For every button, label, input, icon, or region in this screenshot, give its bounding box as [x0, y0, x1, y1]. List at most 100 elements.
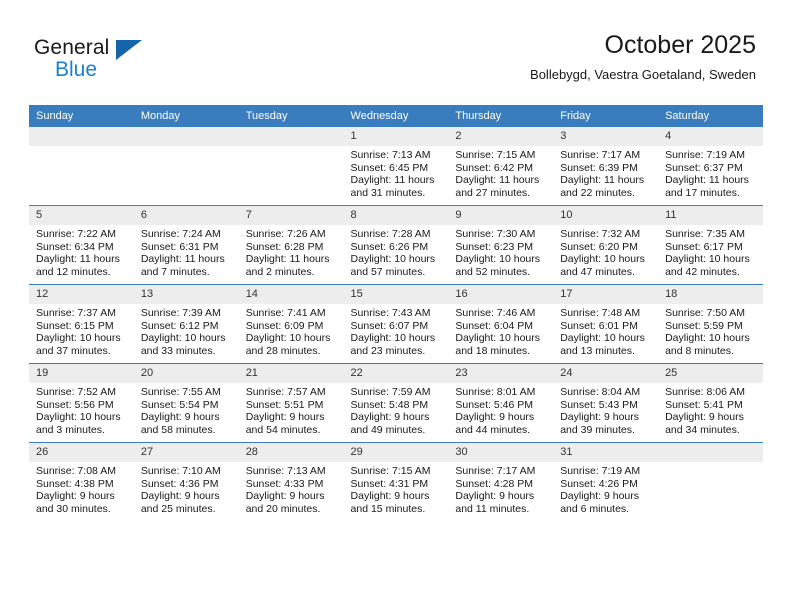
calendar-header-row: Sunday Monday Tuesday Wednesday Thursday Frid…: [29, 105, 763, 127]
calendar-week-row: 26 Sunrise: 7:08 AM Sunset: 4:38 PM Dayligh…: [29, 442, 763, 521]
day-number: 6: [133, 206, 239, 225]
sunset-text: Sunset: 6:15 PM: [36, 319, 114, 332]
calendar-day-cell[interactable]: 23 Sunrise: 8:01 AM Sunset: 5:46 PM Dayligh…: [448, 363, 554, 443]
sunrise-text: Sunrise: 7:22 AM: [36, 228, 116, 240]
sunrise-text: Sunrise: 8:01 AM: [455, 386, 536, 398]
sunset-text: Sunset: 4:31 PM: [350, 477, 429, 490]
calendar-day-cell[interactable]: 16 Sunrise: 7:46 AM Sunset: 6:04 PM Dayligh…: [448, 284, 554, 364]
sunset-text: Sunset: 5:56 PM: [36, 398, 114, 411]
sunset-text: Sunset: 5:46 PM: [455, 398, 534, 411]
calendar-day-cell[interactable]: 18 Sunrise: 7:50 AM Sunset: 5:59 PM Dayligh…: [658, 284, 763, 364]
calendar-day-cell[interactable]: 21 Sunrise: 7:57 AM Sunset: 5:51 PM Dayligh…: [238, 363, 344, 443]
calendar-day-cell[interactable]: 22 Sunrise: 7:59 AM Sunset: 5:48 PM Dayligh…: [343, 363, 449, 443]
sunset-text: Sunset: 4:38 PM: [36, 477, 114, 490]
sunrise-text: Sunrise: 7:10 AM: [140, 465, 221, 477]
day-number: 16: [448, 285, 554, 304]
sunset-text: Sunset: 6:45 PM: [350, 161, 429, 174]
day-details: Sunrise: 7:48 AM Sunset: 6:01 PM Daylight:…: [553, 304, 658, 357]
sunrise-text: Sunrise: 7:57 AM: [245, 386, 326, 398]
calendar-day-cell[interactable]: 25 Sunrise: 8:06 AM Sunset: 5:41 PM Dayligh…: [658, 363, 763, 443]
calendar-day-cell[interactable]: 5 Sunrise: 7:22 AM Sunset: 6:34 PM Daylight…: [29, 205, 134, 285]
sunset-text: Sunset: 6:28 PM: [245, 240, 324, 253]
calendar-day-cell[interactable]: 30 Sunrise: 7:17 AM Sunset: 4:28 PM Dayligh…: [448, 442, 554, 521]
calendar-day-cell[interactable]: 27 Sunrise: 7:10 AM Sunset: 4:36 PM Dayligh…: [133, 442, 239, 521]
sunrise-text: Sunrise: 7:15 AM: [350, 465, 431, 477]
calendar-day-cell[interactable]: 2 Sunrise: 7:15 AM Sunset: 6:42 PM Daylight…: [448, 127, 554, 206]
day-number: 26: [29, 443, 134, 462]
sunrise-text: Sunrise: 7:08 AM: [36, 465, 116, 477]
title-block: October 2025 Bollebygd, Vaestra Goetalan…: [530, 30, 756, 84]
calendar-day-cell[interactable]: 15 Sunrise: 7:43 AM Sunset: 6:07 PM Dayligh…: [343, 284, 449, 364]
day-number: 14: [238, 285, 344, 304]
day-details: Sunrise: 7:15 AM Sunset: 6:42 PM Daylight:…: [448, 146, 553, 199]
day-number: 9: [448, 206, 554, 225]
sunset-text: Sunset: 6:12 PM: [140, 319, 219, 332]
day-number: 22: [343, 364, 449, 383]
day-details: Sunrise: 7:59 AM Sunset: 5:48 PM Daylight:…: [344, 383, 449, 436]
day-details: Sunrise: 7:17 AM Sunset: 6:39 PM Daylight:…: [553, 146, 658, 199]
day-number: 15: [343, 285, 449, 304]
sunset-text: Sunset: 6:42 PM: [455, 161, 534, 174]
day-number: 4: [658, 127, 763, 146]
calendar-day-cell[interactable]: 14 Sunrise: 7:41 AM Sunset: 6:09 PM Dayligh…: [238, 284, 344, 364]
day-number: 20: [133, 364, 239, 383]
sunrise-text: Sunrise: 7:13 AM: [245, 465, 326, 477]
daylight-text: Daylight: 10 hours and 47 minutes.: [560, 253, 645, 278]
calendar-day-cell[interactable]: 7 Sunrise: 7:26 AM Sunset: 6:28 PM Daylight…: [238, 205, 344, 285]
daylight-text: Daylight: 9 hours and 20 minutes.: [245, 490, 325, 515]
sunrise-text: Sunrise: 7:32 AM: [560, 228, 641, 240]
calendar-day-cell[interactable]: 1 Sunrise: 7:13 AM Sunset: 6:45 PM Daylight…: [343, 127, 449, 206]
calendar-day-cell[interactable]: 3 Sunrise: 7:17 AM Sunset: 6:39 PM Daylight…: [553, 127, 659, 206]
calendar-day-cell[interactable]: 10 Sunrise: 7:32 AM Sunset: 6:20 PM Dayligh…: [553, 205, 659, 285]
daylight-text: Daylight: 9 hours and 58 minutes.: [140, 411, 220, 436]
sunset-text: Sunset: 6:17 PM: [665, 240, 743, 253]
daylight-text: Daylight: 9 hours and 6 minutes.: [560, 490, 640, 515]
sunrise-text: Sunrise: 7:19 AM: [560, 465, 641, 477]
calendar-day-cell[interactable]: 17 Sunrise: 7:48 AM Sunset: 6:01 PM Dayligh…: [553, 284, 659, 364]
day-number: 29: [343, 443, 449, 462]
page-header: General Blue October 2025 Bollebygd, Vae…: [0, 0, 792, 100]
day-number: 13: [133, 285, 239, 304]
daylight-text: Daylight: 11 hours and 27 minutes.: [455, 174, 540, 199]
daylight-text: Daylight: 9 hours and 44 minutes.: [455, 411, 535, 436]
sunrise-text: Sunrise: 7:41 AM: [245, 307, 326, 319]
day-details: Sunrise: 7:55 AM Sunset: 5:54 PM Daylight:…: [134, 383, 239, 436]
day-number: 12: [29, 285, 134, 304]
calendar-day-cell[interactable]: 28 Sunrise: 7:13 AM Sunset: 4:33 PM Dayligh…: [238, 442, 344, 521]
day-details: Sunrise: 7:13 AM Sunset: 4:33 PM Daylight:…: [239, 462, 344, 515]
weekday-header-saturday: Saturday: [658, 105, 763, 127]
calendar-day-cell[interactable]: 11 Sunrise: 7:35 AM Sunset: 6:17 PM Dayligh…: [658, 205, 763, 285]
day-number: 7: [238, 206, 344, 225]
day-details: Sunrise: 8:04 AM Sunset: 5:43 PM Daylight:…: [553, 383, 658, 436]
calendar-day-cell[interactable]: 26 Sunrise: 7:08 AM Sunset: 4:38 PM Dayligh…: [29, 442, 134, 521]
day-details: Sunrise: 7:46 AM Sunset: 6:04 PM Daylight:…: [448, 304, 553, 357]
calendar-day-cell[interactable]: 24 Sunrise: 8:04 AM Sunset: 5:43 PM Dayligh…: [553, 363, 659, 443]
calendar-day-cell[interactable]: 12 Sunrise: 7:37 AM Sunset: 6:15 PM Dayligh…: [29, 284, 134, 364]
calendar-day-cell[interactable]: 13 Sunrise: 7:39 AM Sunset: 6:12 PM Dayligh…: [133, 284, 239, 364]
calendar-day-cell[interactable]: 31 Sunrise: 7:19 AM Sunset: 4:26 PM Dayligh…: [553, 442, 659, 521]
sunrise-text: Sunrise: 7:24 AM: [140, 228, 221, 240]
calendar-day-cell[interactable]: 6 Sunrise: 7:24 AM Sunset: 6:31 PM Daylight…: [133, 205, 239, 285]
daylight-text: Daylight: 9 hours and 15 minutes.: [350, 490, 430, 515]
day-number: [658, 443, 763, 462]
day-number: [238, 127, 344, 146]
day-details: Sunrise: 7:17 AM Sunset: 4:28 PM Daylight:…: [448, 462, 553, 515]
sunrise-text: Sunrise: 7:37 AM: [36, 307, 116, 319]
calendar-day-cell[interactable]: 8 Sunrise: 7:28 AM Sunset: 6:26 PM Daylight…: [343, 205, 449, 285]
calendar-day-cell[interactable]: 19 Sunrise: 7:52 AM Sunset: 5:56 PM Dayligh…: [29, 363, 134, 443]
day-details: Sunrise: 7:30 AM Sunset: 6:23 PM Daylight:…: [448, 225, 553, 278]
calendar-day-cell[interactable]: 29 Sunrise: 7:15 AM Sunset: 4:31 PM Dayligh…: [343, 442, 449, 521]
calendar-day-cell[interactable]: 20 Sunrise: 7:55 AM Sunset: 5:54 PM Dayligh…: [133, 363, 239, 443]
calendar-week-row: 12 Sunrise: 7:37 AM Sunset: 6:15 PM Dayligh…: [29, 284, 763, 364]
sunset-text: Sunset: 4:36 PM: [140, 477, 219, 490]
calendar-day-cell[interactable]: 4 Sunrise: 7:19 AM Sunset: 6:37 PM Daylight…: [658, 127, 763, 206]
day-details: Sunrise: 7:57 AM Sunset: 5:51 PM Daylight:…: [239, 383, 344, 436]
sunrise-text: Sunrise: 7:17 AM: [560, 149, 641, 161]
sunset-text: Sunset: 6:20 PM: [560, 240, 638, 253]
day-details: Sunrise: 7:43 AM Sunset: 6:07 PM Daylight:…: [344, 304, 449, 357]
sunrise-text: Sunrise: 7:13 AM: [350, 149, 431, 161]
sunrise-text: Sunrise: 7:28 AM: [350, 228, 431, 240]
calendar-day-cell-empty: [29, 127, 134, 206]
day-details: Sunrise: 7:22 AM Sunset: 6:34 PM Daylight:…: [29, 225, 134, 278]
calendar-day-cell[interactable]: 9 Sunrise: 7:30 AM Sunset: 6:23 PM Daylight…: [448, 205, 554, 285]
